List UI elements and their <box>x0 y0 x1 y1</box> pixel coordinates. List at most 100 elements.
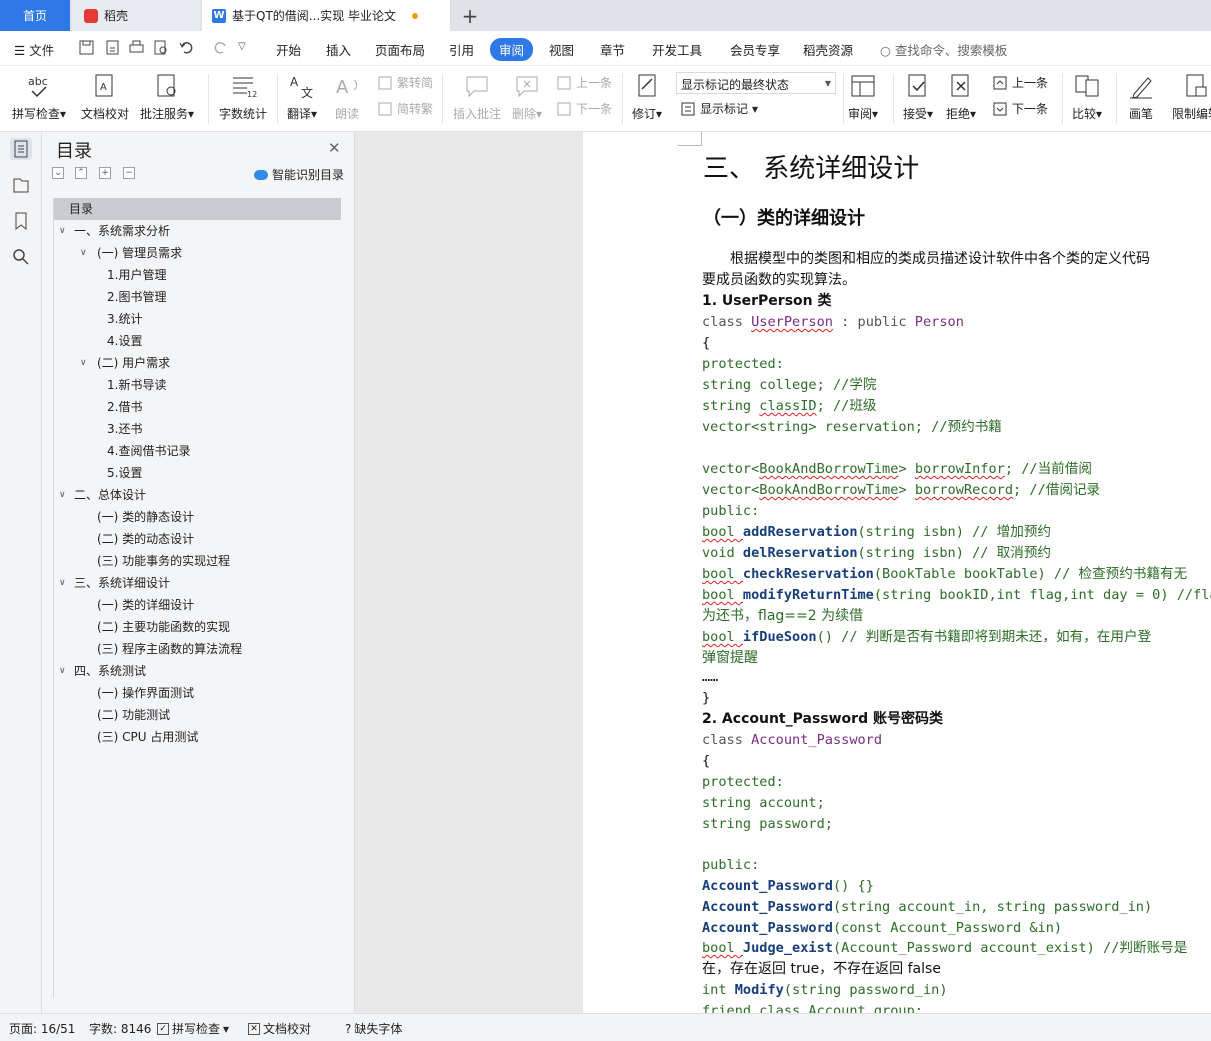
tab-daoke[interactable]: 稻壳 <box>72 0 200 31</box>
toc-collapse-icon[interactable]: ⌃ <box>75 167 87 179</box>
status-spell-check[interactable]: ✓ 拼写检查 ▾ <box>157 1020 229 1037</box>
page-margin-corner <box>678 132 702 146</box>
side-rail <box>0 132 42 1013</box>
menu-start[interactable]: 开始 <box>276 40 301 59</box>
menu-developer[interactable]: 开发工具 <box>652 40 702 59</box>
chevron-down-icon[interactable]: ∨ <box>80 242 87 264</box>
close-icon[interactable]: ✕ <box>328 139 341 157</box>
heading-2: （一）类的详细设计 <box>703 208 865 229</box>
status-proofread[interactable]: ✕ 文档校对 <box>248 1020 311 1037</box>
toc-item[interactable]: (二) 类的动态设计 <box>54 528 341 550</box>
tab-document[interactable]: W 基于QT的借阅...实现 毕业论文 <box>202 0 450 31</box>
document-page[interactable]: 三、 系统详细设计 （一）类的详细设计 根据模型中的类图和相应的类成员描述设计软… <box>583 132 1211 1013</box>
smart-toc-button[interactable]: 智能识别目录 <box>254 166 344 183</box>
menu-page-layout[interactable]: 页面布局 <box>375 40 425 59</box>
toc-item[interactable]: ∨ 一、系统需求分析 <box>54 220 341 242</box>
restrict-editing-button[interactable]: 限制编辑 <box>1172 71 1211 122</box>
quick-access-dropdown-icon[interactable]: ▽ <box>238 41 255 58</box>
toc-item[interactable]: 目录 <box>54 198 341 220</box>
menu-view[interactable]: 视图 <box>549 40 574 59</box>
save-icon[interactable] <box>78 39 95 56</box>
show-markup-button[interactable]: 显示标记 ▾ <box>680 100 758 117</box>
chevron-down-icon[interactable]: ∨ <box>59 660 66 682</box>
toc-item[interactable]: ∨ 三、系统详细设计 <box>54 572 341 594</box>
menu-section[interactable]: 章节 <box>600 40 625 59</box>
toc-item[interactable]: 1.用户管理 <box>54 264 341 286</box>
toc-item[interactable]: (一) 类的静态设计 <box>54 506 341 528</box>
toc-item[interactable]: (一) 类的详细设计 <box>54 594 341 616</box>
undo-icon[interactable] <box>178 39 195 56</box>
simp-to-trad-button[interactable]: 简转繁 <box>377 100 433 117</box>
redo-icon[interactable] <box>212 39 229 56</box>
translate-button[interactable]: A文 翻译▾ <box>287 71 317 122</box>
compare-button[interactable]: 比较▾ <box>1072 71 1102 122</box>
review-pane-button[interactable]: 审阅▾ <box>848 71 878 122</box>
markup-state-select[interactable]: 显示标记的最终状态 ▼ <box>676 72 836 94</box>
pen-button[interactable]: 画笔 <box>1126 71 1156 122</box>
toc-item[interactable]: (三) 程序主函数的算法流程 <box>54 638 341 660</box>
toc-item[interactable]: 2.借书 <box>54 396 341 418</box>
insert-comment-button[interactable]: 插入批注 <box>453 71 501 122</box>
toc-item[interactable]: 3.还书 <box>54 418 341 440</box>
chevron-down-icon[interactable]: ∨ <box>59 220 66 242</box>
toc-item[interactable]: ∨ 四、系统测试 <box>54 660 341 682</box>
word-count-button[interactable]: 123 字数统计 <box>219 71 267 122</box>
track-changes-button[interactable]: 修订▾ <box>632 71 662 122</box>
spell-check-button[interactable]: abc 拼写检查▾ <box>12 71 66 122</box>
bookmark-icon[interactable] <box>10 210 32 232</box>
file-menu[interactable]: ☰ 文件 <box>14 40 54 59</box>
toc-item[interactable]: ∨ 二、总体设计 <box>54 484 341 506</box>
toc-item[interactable]: 2.图书管理 <box>54 286 341 308</box>
chevron-down-icon[interactable]: ∨ <box>80 352 87 374</box>
toc-remove-level-icon[interactable]: − <box>123 167 135 179</box>
accept-button[interactable]: 接受▾ <box>903 71 933 122</box>
read-aloud-button[interactable]: A 朗读 <box>332 71 362 122</box>
toc-panel-icon[interactable] <box>10 138 32 160</box>
annotation-service-button[interactable]: 批注服务▾ <box>140 71 194 122</box>
tab-home[interactable]: 首页 <box>0 0 70 31</box>
toc-item[interactable]: ∨ (二) 用户需求 <box>54 352 341 374</box>
toc-item[interactable]: 1.新书导读 <box>54 374 341 396</box>
missing-fonts[interactable]: ? 缺失字体 <box>345 1020 402 1037</box>
new-tab-button[interactable]: + <box>458 0 482 31</box>
menu-insert[interactable]: 插入 <box>326 40 351 59</box>
section-heading: 2. Account_Password 账号密码类 <box>702 711 943 727</box>
reject-button[interactable]: 拒绝▾ <box>946 71 976 122</box>
trad-to-simp-button[interactable]: 繁转简 <box>377 74 433 91</box>
doc-proofread-button[interactable]: A 文档校对 <box>81 71 129 122</box>
toc-item[interactable]: (一) 操作界面测试 <box>54 682 341 704</box>
toc-item[interactable]: (二) 功能测试 <box>54 704 341 726</box>
export-pdf-icon[interactable] <box>104 39 121 56</box>
svg-text:A: A <box>100 82 107 93</box>
toc-item[interactable]: ∨ (一) 管理员需求 <box>54 242 341 264</box>
toc-add-level-icon[interactable]: + <box>99 167 111 179</box>
chevron-down-icon[interactable]: ∨ <box>59 484 66 506</box>
toc-item[interactable]: 3.统计 <box>54 308 341 330</box>
navigation-pane-icon[interactable] <box>10 174 32 196</box>
page-indicator[interactable]: 页面: 16/51 <box>9 1020 75 1037</box>
toc-item[interactable]: 4.查阅借书记录 <box>54 440 341 462</box>
chevron-down-icon[interactable]: ∨ <box>59 572 66 594</box>
next-comment-button[interactable]: 下一条 <box>556 100 612 117</box>
search-icon[interactable] <box>10 246 32 268</box>
toc-item[interactable]: 5.设置 <box>54 462 341 484</box>
toc-item[interactable]: (三) 功能事务的实现过程 <box>54 550 341 572</box>
delete-comment-button[interactable]: 删除▾ <box>512 71 542 122</box>
toc-item[interactable]: 4.设置 <box>54 330 341 352</box>
menu-member[interactable]: 会员专享 <box>730 40 780 59</box>
toc-item[interactable]: (二) 主要功能函数的实现 <box>54 616 341 638</box>
command-search[interactable]: ○ 查找命令、搜索模板 <box>880 40 1007 59</box>
compare-label: 比较 <box>1072 107 1097 121</box>
menu-review[interactable]: 审阅 <box>490 38 534 61</box>
print-icon[interactable] <box>128 39 145 56</box>
word-count-indicator[interactable]: 字数: 8146 <box>89 1020 151 1037</box>
toc-item[interactable]: (三) CPU 占用测试 <box>54 726 341 748</box>
print-preview-icon[interactable] <box>152 39 169 56</box>
prev-change-button[interactable]: 上一条 <box>992 74 1048 91</box>
next-change-button[interactable]: 下一条 <box>992 100 1048 117</box>
toc-item-label: (一) 操作界面测试 <box>97 686 195 700</box>
menu-references[interactable]: 引用 <box>449 40 474 59</box>
prev-comment-button[interactable]: 上一条 <box>556 74 612 91</box>
menu-daoke-resources[interactable]: 稻壳资源 <box>803 40 853 59</box>
toc-expand-icon[interactable]: ⌄ <box>52 167 64 179</box>
